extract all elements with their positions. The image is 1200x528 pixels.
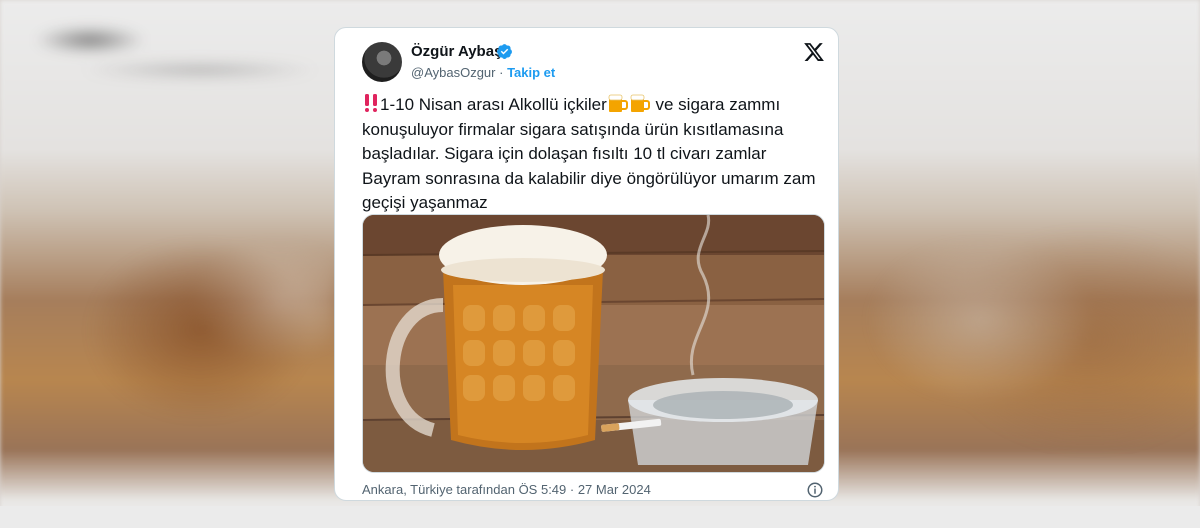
follow-button[interactable]: Takip et xyxy=(507,65,555,80)
tweet-card[interactable]: Özgür Aybaş @AybasOzgur · Takip et 1-10 … xyxy=(334,27,839,501)
beer-mug-icon xyxy=(630,94,650,112)
double-exclamation-icon xyxy=(365,94,377,112)
blurred-background-left xyxy=(0,0,334,528)
beer-mug-and-ashtray-photo xyxy=(363,215,824,472)
separator: · xyxy=(495,65,508,80)
tweet-meta[interactable]: Ankara, Türkiye tarafından ÖS 5:49 · 27 … xyxy=(362,482,651,497)
avatar[interactable] xyxy=(362,42,402,82)
x-logo-icon[interactable] xyxy=(803,41,825,63)
bottom-strip xyxy=(0,506,1200,528)
verified-badge-icon xyxy=(497,44,512,59)
tweet-photo[interactable] xyxy=(362,214,825,473)
beer-mug-icon xyxy=(608,94,628,112)
handle-line: @AybasOzgur · Takip et xyxy=(411,65,555,80)
author-name[interactable]: Özgür Aybaş xyxy=(411,43,502,60)
tweet-text-lead: 1-10 Nisan arası Alkollü içkiler xyxy=(380,95,607,114)
blurred-background-right xyxy=(840,0,1200,528)
info-icon[interactable] xyxy=(806,481,824,499)
tweet-text: 1-10 Nisan arası Alkollü içkiler ve siga… xyxy=(362,93,822,216)
handle[interactable]: @AybasOzgur xyxy=(411,65,496,80)
